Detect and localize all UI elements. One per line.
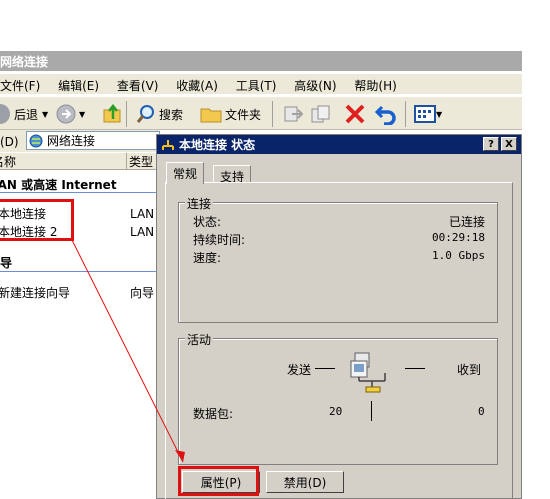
undo-button[interactable] xyxy=(374,103,398,125)
back-button[interactable]: 后退 ▼ xyxy=(0,103,48,125)
toolbar-separator xyxy=(405,101,406,127)
speed-value: 1.0 Gbps xyxy=(432,249,485,262)
move-to-button[interactable] xyxy=(282,103,304,125)
toolbar-separator xyxy=(126,101,127,127)
copy-to-button[interactable] xyxy=(310,103,334,125)
menu-view[interactable]: 查看(V) xyxy=(117,77,159,94)
annotation-highlight-box xyxy=(0,199,74,241)
connection-group: 连接 状态: 已连接 持续时间: 00:29:18 速度: 1.0 Gbps xyxy=(178,195,498,323)
tab-panel-general: 连接 状态: 已连接 持续时间: 00:29:18 速度: 1.0 Gbps 活… xyxy=(165,182,513,499)
close-button[interactable]: X xyxy=(501,137,517,151)
activity-group: 活动 发送 收到 数据包: 20 0 xyxy=(178,331,498,465)
received-label: 收到 xyxy=(457,363,482,377)
chevron-down-icon: ▼ xyxy=(42,109,49,119)
menu-edit[interactable]: 编辑(E) xyxy=(58,77,99,94)
copy-to-icon xyxy=(311,105,330,123)
group-divider xyxy=(0,192,160,193)
tab-general[interactable]: 常规 xyxy=(166,162,205,184)
window-title: 网络连接 xyxy=(0,51,522,71)
duration-label: 持续时间: xyxy=(193,233,246,247)
menu-favorites[interactable]: 收藏(A) xyxy=(176,77,218,94)
speed-label: 速度: xyxy=(193,251,222,265)
network-activity-icon xyxy=(350,352,386,393)
views-button[interactable]: ▼ xyxy=(414,103,442,125)
toolbar: 后退 ▼ ▼ 搜索 文件夹 ▼ xyxy=(0,96,522,130)
packets-received-value: 0 xyxy=(478,405,485,418)
chevron-down-icon: ▼ xyxy=(79,109,86,119)
menu-tools[interactable]: 工具(T) xyxy=(236,77,277,94)
undo-icon xyxy=(374,105,396,125)
up-folder-icon xyxy=(103,103,121,123)
packets-sent-value: 20 xyxy=(329,405,343,418)
menu-bar: 文件(F) 编辑(E) 查看(V) 收藏(A) 工具(T) 高级(N) 帮助(H… xyxy=(0,74,522,94)
address-input[interactable]: 网络连接 xyxy=(26,131,160,150)
move-to-icon xyxy=(284,106,304,122)
delete-x-icon xyxy=(345,104,365,124)
disable-button[interactable]: 禁用(D) xyxy=(266,471,344,493)
status-value: 已连接 xyxy=(448,215,485,229)
list-item-new-connection-wizard[interactable]: 新建连接向导 xyxy=(0,284,70,301)
back-arrow-icon xyxy=(0,104,10,124)
chevron-down-icon: ▼ xyxy=(436,109,443,119)
forward-button[interactable]: ▼ xyxy=(56,103,85,125)
help-button[interactable]: ? xyxy=(483,137,499,151)
duration-value: 00:29:18 xyxy=(432,231,485,244)
activity-divider xyxy=(371,401,372,421)
sent-line xyxy=(315,368,335,369)
folder-icon xyxy=(200,108,222,123)
received-line xyxy=(405,368,425,369)
search-icon xyxy=(136,105,154,123)
folders-button[interactable]: 文件夹 xyxy=(200,103,261,125)
list-item-type: 向导 xyxy=(130,286,155,300)
annotation-highlight-box xyxy=(178,466,259,496)
network-connection-icon xyxy=(162,139,174,150)
status-dialog: 本地连接 状态 ? X 常规 支持 连接 状态: 已连接 持续时间: 00:29… xyxy=(156,134,522,499)
sent-label: 发送 xyxy=(287,363,312,377)
views-icon xyxy=(414,105,436,123)
menu-file[interactable]: 文件(F) xyxy=(0,77,40,94)
address-bar: 地址(D) 网络连接 xyxy=(0,130,160,152)
group-header-wizard: 向导 xyxy=(0,256,13,270)
dialog-title-bar: 本地连接 状态 ? X xyxy=(157,135,521,154)
column-header-name[interactable]: 名称 xyxy=(0,153,127,170)
menu-advanced[interactable]: 高级(N) xyxy=(294,77,336,94)
group-divider xyxy=(0,271,160,272)
status-label: 状态: xyxy=(193,215,222,229)
packets-label: 数据包: xyxy=(193,407,234,421)
search-button[interactable]: 搜索 xyxy=(136,103,183,125)
toolbar-separator xyxy=(272,101,273,127)
forward-arrow-icon xyxy=(56,104,76,124)
up-folder-button[interactable] xyxy=(102,103,124,125)
group-header-lan: LAN 或高速 Internet xyxy=(0,178,117,192)
menu-help[interactable]: 帮助(H) xyxy=(354,77,396,94)
network-globe-icon xyxy=(29,134,43,147)
file-list: 名称 类型 LAN 或高速 Internet 本地连接 LAN 或高速 Inte… xyxy=(0,153,245,499)
tab-support[interactable]: 支持 xyxy=(213,165,252,184)
delete-button[interactable] xyxy=(344,103,366,125)
